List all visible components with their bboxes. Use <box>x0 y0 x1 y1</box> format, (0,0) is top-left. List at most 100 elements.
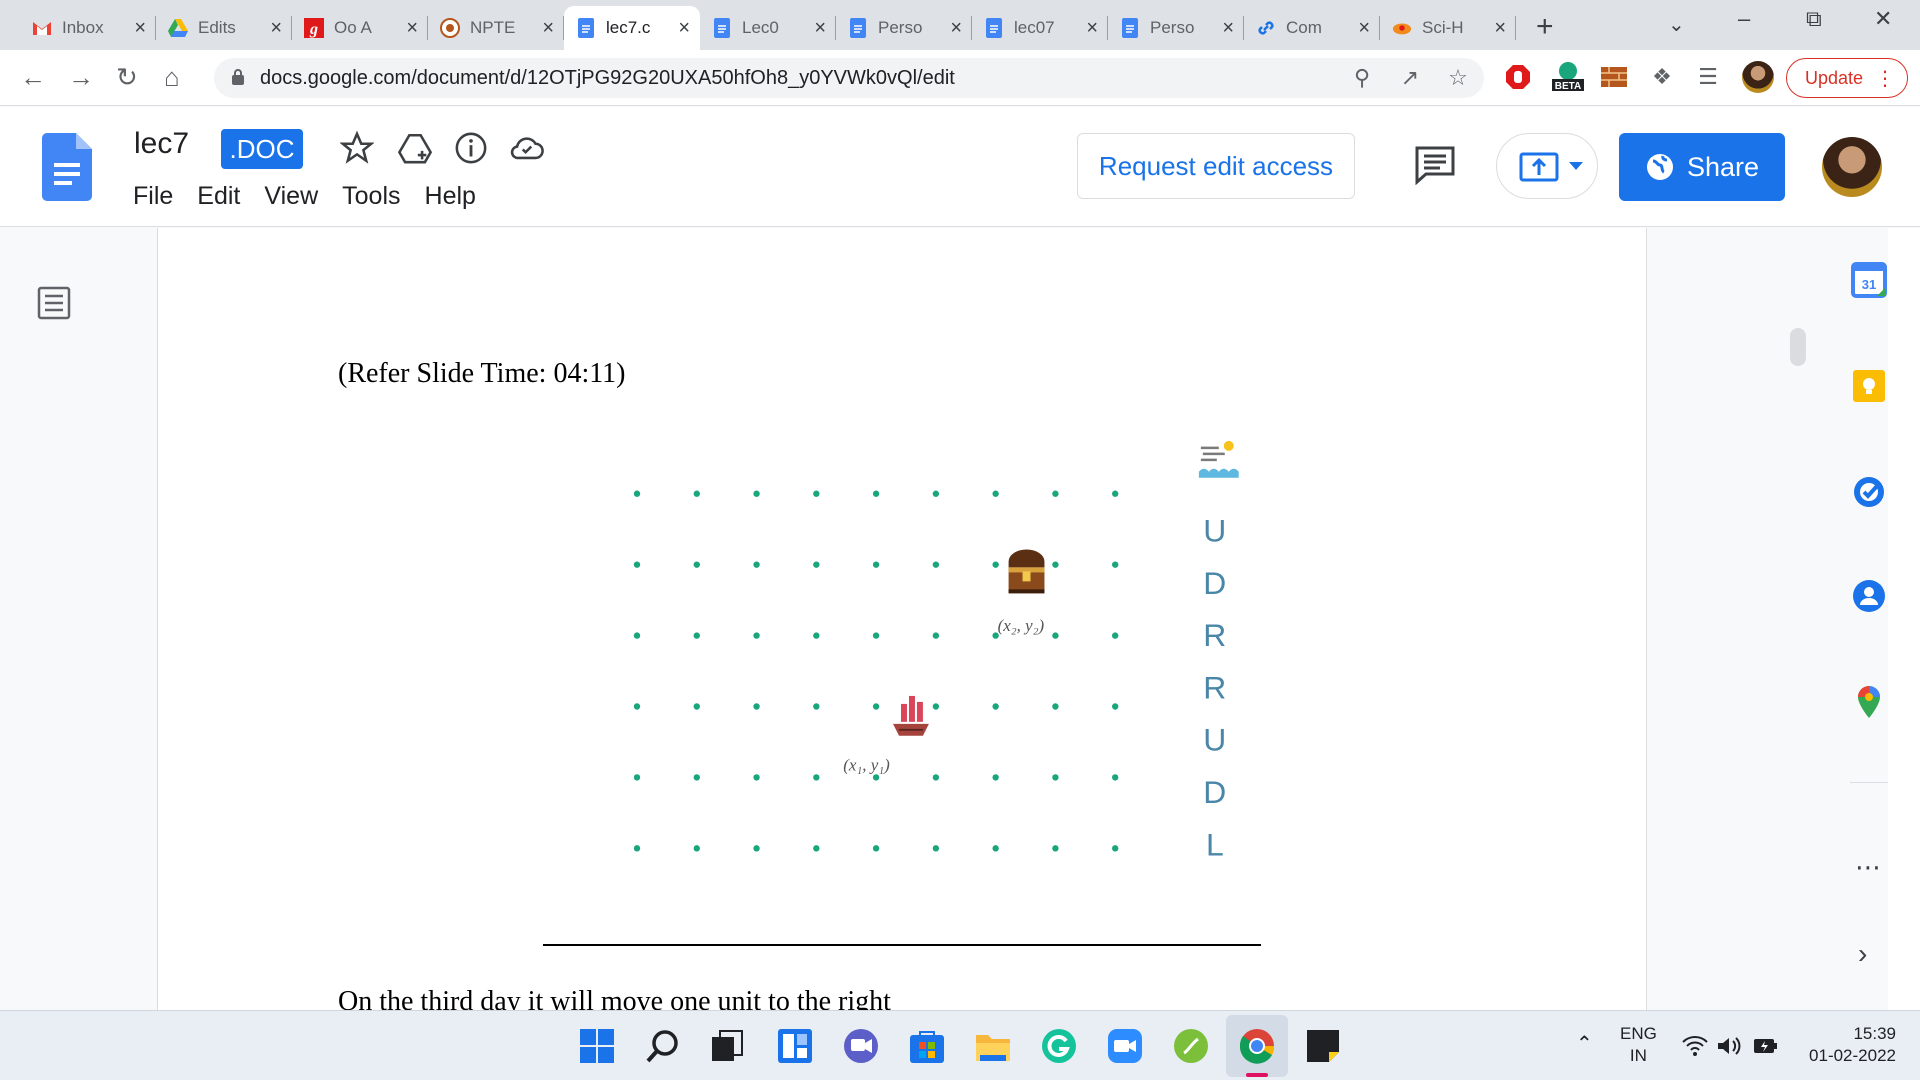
browser-tab[interactable]: g Oo A × <box>292 6 428 50</box>
home-icon[interactable]: ⌂ <box>164 62 180 93</box>
forward-arrow-icon[interactable]: → <box>68 62 94 93</box>
zoom-app-icon[interactable] <box>1106 1027 1144 1065</box>
tab-search-chevron-icon[interactable]: ⌄ <box>1668 12 1685 37</box>
close-tab-icon[interactable]: × <box>1222 17 1234 40</box>
teams-chat-icon[interactable] <box>842 1027 880 1065</box>
request-edit-access-button[interactable]: Request edit access <box>1077 133 1355 199</box>
sticky-notes-icon[interactable] <box>1304 1027 1342 1065</box>
address-bar[interactable]: docs.google.com/document/d/12OTjPG92G20U… <box>214 58 1484 98</box>
star-icon[interactable] <box>340 131 374 165</box>
grammarly-icon[interactable] <box>1040 1027 1078 1065</box>
input-language[interactable]: ENG IN <box>1620 1023 1657 1067</box>
bookmark-star-icon[interactable]: ☆ <box>1444 64 1472 92</box>
restore-window-icon[interactable]: ⧉ <box>1806 6 1822 32</box>
tab-strip: Inbox × Edits × g Oo A × NPTE × lec7.c × Lec0 × Perso… <box>0 0 1920 50</box>
sci-hub-icon <box>1392 18 1412 38</box>
windows-taskbar: ⌃ ENG IN 15:39 01-02-2022 <box>0 1010 1920 1080</box>
close-tab-icon[interactable]: × <box>134 17 146 40</box>
profile-avatar-small[interactable] <box>1742 61 1774 93</box>
info-icon[interactable] <box>454 131 488 165</box>
close-tab-icon[interactable]: × <box>950 17 962 40</box>
account-avatar[interactable] <box>1822 137 1882 197</box>
more-horiz-icon[interactable]: ⋯ <box>1855 852 1881 883</box>
new-tab-icon[interactable]: + <box>1536 10 1554 44</box>
cloud-saved-icon[interactable] <box>510 131 544 165</box>
google-keep-icon[interactable] <box>1851 368 1887 404</box>
tab-title: Sci-H <box>1422 18 1464 37</box>
add-to-drive-icon[interactable] <box>398 131 432 165</box>
svg-text:g: g <box>309 21 318 38</box>
grid-dot <box>693 561 700 568</box>
browser-tab[interactable]: Inbox × <box>20 6 156 50</box>
google-docs-logo-icon[interactable] <box>42 133 92 201</box>
tray-overflow-chevron-icon[interactable]: ⌃ <box>1576 1031 1593 1056</box>
beta-extension-icon[interactable]: BETA <box>1550 62 1586 92</box>
browser-tab[interactable]: NPTE × <box>428 6 564 50</box>
menu-view[interactable]: View <box>264 182 318 211</box>
browser-tab[interactable]: Perso × <box>836 6 972 50</box>
close-tab-icon[interactable]: × <box>1358 17 1370 40</box>
reload-icon[interactable]: ↻ <box>116 62 138 93</box>
green-app-icon[interactable] <box>1172 1027 1210 1065</box>
vertical-scrollbar[interactable] <box>1790 328 1806 366</box>
file-explorer-icon[interactable] <box>974 1027 1012 1065</box>
task-view-icon[interactable] <box>708 1027 746 1065</box>
minimize-icon[interactable]: – <box>1738 6 1750 32</box>
more-vert-icon: ⋮ <box>1875 68 1895 90</box>
browser-tab[interactable]: lec07 × <box>972 6 1108 50</box>
grid-dot <box>1052 561 1059 568</box>
zoom-icon[interactable]: ⚲ <box>1348 64 1376 92</box>
tab-title: Perso <box>878 18 923 37</box>
menu-tools[interactable]: Tools <box>342 182 400 211</box>
comment-history-icon[interactable] <box>1414 145 1456 185</box>
extensions-puzzle-icon[interactable]: ❖ <box>1648 63 1676 91</box>
document-title[interactable]: lec7 <box>134 127 189 161</box>
google-maps-icon[interactable] <box>1851 684 1887 720</box>
close-tab-icon[interactable]: × <box>1494 17 1506 40</box>
move-sequence: UDRRUDL <box>1203 513 1226 863</box>
browser-tab[interactable]: Sci-H × <box>1380 6 1516 50</box>
battery-charging-icon[interactable] <box>1752 1035 1780 1057</box>
tab-title: Perso <box>1150 18 1195 37</box>
browser-tab[interactable]: Com × <box>1244 6 1380 50</box>
google-calendar-icon[interactable]: 31 <box>1851 262 1887 298</box>
close-tab-icon[interactable]: × <box>270 17 282 40</box>
grid-dot <box>693 774 700 781</box>
microsoft-store-icon[interactable] <box>908 1027 946 1065</box>
menu-file[interactable]: File <box>133 182 173 211</box>
grid-dot <box>693 703 700 710</box>
share-page-icon[interactable]: ↗ <box>1396 64 1424 92</box>
search-icon[interactable] <box>644 1027 682 1065</box>
document-outline-icon[interactable] <box>37 286 71 320</box>
media-control-icon[interactable]: ☰ <box>1694 63 1722 91</box>
update-button[interactable]: Update ⋮ <box>1786 58 1908 98</box>
document-page[interactable]: (Refer Slide Time: 04:11) (x₁, y₁) (x₂, … <box>157 228 1647 1010</box>
clock-date: 01-02-2022 <box>1809 1046 1896 1065</box>
google-contacts-icon[interactable] <box>1851 578 1887 614</box>
back-arrow-icon[interactable]: ← <box>20 62 46 93</box>
close-tab-icon[interactable]: × <box>678 17 690 40</box>
volume-icon[interactable] <box>1716 1035 1742 1057</box>
wifi-icon[interactable] <box>1682 1035 1708 1057</box>
browser-tab[interactable]: Lec0 × <box>700 6 836 50</box>
system-clock[interactable]: 15:39 01-02-2022 <box>1800 1023 1896 1067</box>
close-tab-icon[interactable]: × <box>1086 17 1098 40</box>
close-window-icon[interactable]: ✕ <box>1874 6 1892 32</box>
menu-edit[interactable]: Edit <box>197 182 240 211</box>
present-button[interactable] <box>1496 133 1598 199</box>
adblock-icon[interactable] <box>1504 63 1532 91</box>
brick-extension-icon[interactable] <box>1600 63 1628 91</box>
close-tab-icon[interactable]: × <box>814 17 826 40</box>
windows-start-icon[interactable] <box>578 1027 616 1065</box>
share-button[interactable]: Share <box>1619 133 1785 201</box>
browser-tab[interactable]: Perso × <box>1108 6 1244 50</box>
widgets-icon[interactable] <box>776 1027 814 1065</box>
chevron-right-icon[interactable]: › <box>1858 938 1867 970</box>
close-tab-icon[interactable]: × <box>542 17 554 40</box>
browser-tab[interactable]: Edits × <box>156 6 292 50</box>
browser-tab[interactable]: lec7.c × <box>564 6 700 50</box>
chrome-icon[interactable] <box>1238 1027 1276 1065</box>
close-tab-icon[interactable]: × <box>406 17 418 40</box>
google-tasks-icon[interactable] <box>1851 474 1887 510</box>
menu-help[interactable]: Help <box>425 182 476 211</box>
